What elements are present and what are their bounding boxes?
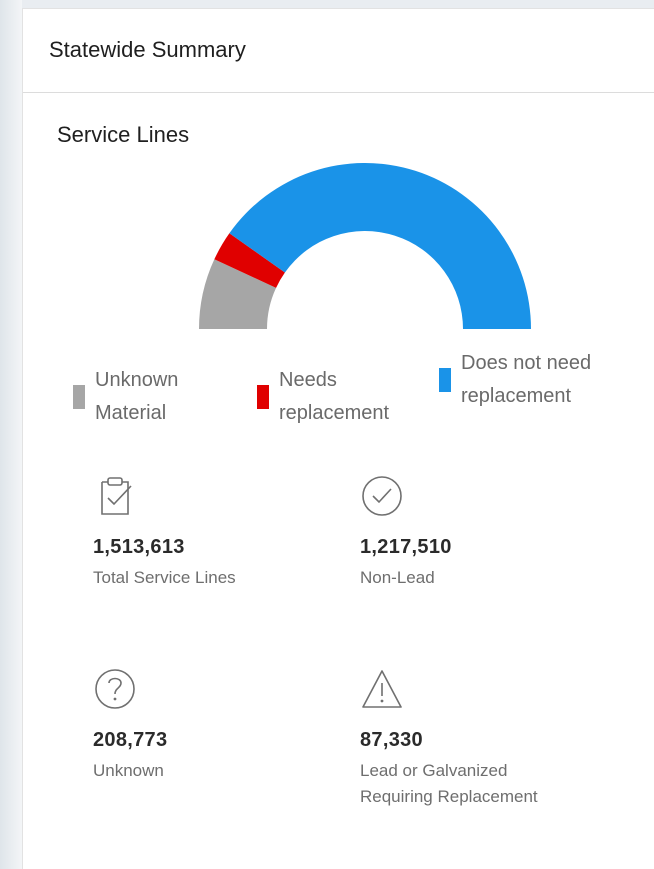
stat-value-total-service-lines: 1,513,613 [93,536,185,558]
legend-label-needs-replacement: Needs replacement [279,369,390,424]
legend-swatch-does-not-need-replacement [439,368,451,392]
legend-item-unknown-material: Unknown Material [73,364,215,430]
stat-lead-galvanized: 87,330 Lead or Galvanized Requiring Repl… [360,667,560,810]
legend-swatch-unknown-material [73,385,85,409]
stat-non-lead: 1,217,510 Non-Lead [360,474,570,591]
stat-label-unknown: Unknown [93,761,164,780]
panel-header: Statewide Summary [23,9,654,93]
statewide-summary-panel: Statewide Summary Service Lines Unknown … [22,8,654,869]
legend-item-does-not-need-replacement: Does not need replacement [439,347,611,413]
stat-label-total-service-lines: Total Service Lines [93,568,236,587]
question-circle-icon [95,669,135,709]
section-title: Service Lines [57,122,190,147]
stat-value-unknown: 208,773 [93,729,168,751]
stat-total-service-lines: 1,513,613 Total Service Lines [93,474,303,591]
panel-title: Statewide Summary [49,37,246,62]
stat-label-lead-galvanized: Lead or Galvanized Requiring Replacement [360,761,538,806]
warning-triangle-icon [362,670,402,708]
stat-value-non-lead: 1,217,510 [360,536,452,558]
legend-swatch-needs-replacement [257,385,269,409]
service-lines-gauge-chart [199,163,531,329]
legend-label-unknown-material: Unknown Material [95,369,179,424]
gauge-segment-does-not-need-replacement[interactable] [229,163,531,329]
check-circle-icon [362,476,402,516]
clipboard-check-icon [101,477,132,515]
legend-label-does-not-need-replacement: Does not need replacement [461,352,592,407]
stat-unknown: 208,773 Unknown [93,667,303,784]
legend-item-needs-replacement: Needs replacement [257,364,429,430]
side-strip [0,0,22,869]
stat-value-lead-galvanized: 87,330 [360,729,423,751]
stat-label-non-lead: Non-Lead [360,568,435,587]
